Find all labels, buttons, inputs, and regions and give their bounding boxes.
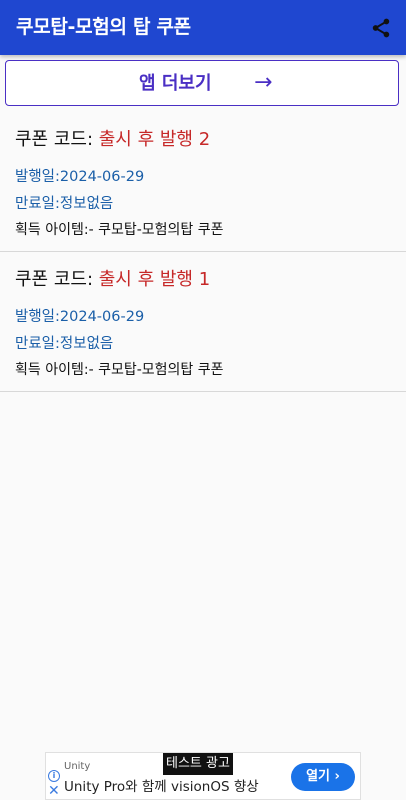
coupon-code-label: 쿠폰 코드: <box>15 269 99 290</box>
coupon-code-row: 쿠폰 코드: 출시 후 발행 1 <box>15 265 210 291</box>
coupon-code-label: 쿠폰 코드: <box>15 129 99 150</box>
coupon-code: 출시 후 발행 1 <box>98 269 211 290</box>
expiry-date: 만료일:정보없음 <box>15 196 114 212</box>
info-icon[interactable]: i <box>48 770 60 782</box>
more-apps-label: 앱 더보기 <box>139 73 212 94</box>
arrow-right-icon: → <box>254 70 273 95</box>
ad-open-label: 열기 <box>306 769 331 784</box>
share-icon[interactable] <box>368 15 394 41</box>
test-ad-label: 테스트 광고 <box>163 753 233 775</box>
ad-headline: Unity Pro와 함께 visionOS 향상 <box>64 779 259 795</box>
close-icon[interactable]: ✕ <box>48 784 60 798</box>
chevron-right-icon: › <box>334 769 340 784</box>
coupon-code-row: 쿠폰 코드: 출시 후 발행 2 <box>15 125 210 151</box>
coupon-item[interactable]: 쿠폰 코드: 출시 후 발행 1 발행일:2024-06-29 만료일:정보없음… <box>0 252 406 392</box>
coupon-item[interactable]: 쿠폰 코드: 출시 후 발행 2 발행일:2024-06-29 만료일:정보없음… <box>0 112 406 252</box>
ad-open-button[interactable]: 열기 › <box>291 763 355 791</box>
ad-advertiser: Unity <box>64 761 91 772</box>
app-bar: 쿠모탑-모험의 탑 쿠폰 <box>0 0 406 55</box>
reward-item: 획득 아이템:- 쿠모탑-모험의탑 쿠폰 <box>15 222 224 238</box>
issue-date: 발행일:2024-06-29 <box>15 169 145 185</box>
more-apps-button[interactable]: 앱 더보기 → <box>5 60 399 106</box>
issue-date: 발행일:2024-06-29 <box>15 309 145 325</box>
app-title: 쿠모탑-모험의 탑 쿠폰 <box>16 16 191 38</box>
coupon-code: 출시 후 발행 2 <box>98 129 211 150</box>
expiry-date: 만료일:정보없음 <box>15 336 114 352</box>
reward-item: 획득 아이템:- 쿠모탑-모험의탑 쿠폰 <box>15 362 224 378</box>
ad-banner[interactable]: i ✕ Unity Unity Pro와 함께 visionOS 향상 테스트 … <box>45 752 361 800</box>
